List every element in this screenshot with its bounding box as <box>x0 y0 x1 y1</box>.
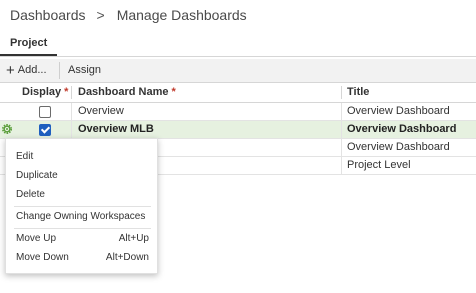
breadcrumb-root[interactable]: Dashboards <box>10 7 86 23</box>
plus-icon: + <box>6 61 15 79</box>
cell-divider <box>71 103 72 120</box>
column-header-title[interactable]: Title <box>347 83 369 102</box>
menu-item-edit[interactable]: Edit <box>16 148 149 165</box>
context-menu: Edit Duplicate Delete Change Owning Work… <box>5 138 158 274</box>
toolbar-divider <box>59 62 60 79</box>
cell-divider <box>71 121 72 138</box>
title-cell[interactable]: Project Level <box>347 157 411 174</box>
cell-divider <box>341 139 342 156</box>
cell-divider <box>341 103 342 120</box>
menu-item-label: Edit <box>16 151 34 162</box>
column-divider[interactable] <box>341 86 342 99</box>
dashboard-name-cell[interactable]: Overview <box>78 103 124 120</box>
add-button[interactable]: + Add... <box>6 59 47 82</box>
menu-item-label: Move Down <box>16 252 69 263</box>
cell-divider <box>341 121 342 138</box>
column-divider[interactable] <box>71 86 72 99</box>
required-marker: * <box>64 86 69 98</box>
column-header-dashboard-name[interactable]: Dashboard Name * <box>78 83 176 102</box>
chevron-right-icon: > <box>96 7 105 23</box>
breadcrumb-current: Manage Dashboards <box>116 7 247 23</box>
column-header-display[interactable]: Display * <box>22 83 68 102</box>
menu-separator <box>14 206 151 207</box>
menu-item-duplicate[interactable]: Duplicate <box>16 167 149 184</box>
title-cell[interactable]: Overview Dashboard <box>347 103 450 120</box>
gear-icon[interactable] <box>1 123 13 135</box>
menu-separator <box>14 228 151 229</box>
menu-item-shortcut: Alt+Up <box>118 233 149 244</box>
menu-item-label: Move Up <box>16 233 57 244</box>
display-checkbox[interactable] <box>39 124 51 136</box>
column-header-display-label: Display <box>22 86 62 98</box>
breadcrumb: Dashboards > Manage Dashboards <box>10 7 247 23</box>
display-checkbox[interactable] <box>39 106 51 118</box>
menu-item-label: Duplicate <box>16 170 58 181</box>
toolbar: + Add... Assign <box>0 59 476 83</box>
menu-item-move-down[interactable]: Move Down Alt+Down <box>16 249 149 266</box>
menu-item-change-owning-workspaces[interactable]: Change Owning Workspaces <box>16 208 149 225</box>
menu-item-delete[interactable]: Delete <box>16 186 149 203</box>
table-row-selected[interactable]: Overview MLB Overview Dashboard <box>0 121 476 139</box>
title-cell[interactable]: Overview Dashboard <box>347 139 450 156</box>
menu-item-shortcut: Alt+Down <box>105 252 149 263</box>
grid-header: Display * Dashboard Name * Title <box>0 83 476 103</box>
tab-project[interactable]: Project <box>0 32 58 56</box>
column-header-name-label: Dashboard Name <box>78 86 169 98</box>
table-row[interactable]: Overview Overview Dashboard <box>0 103 476 121</box>
required-marker: * <box>171 86 176 98</box>
add-button-label: Add... <box>17 64 47 76</box>
assign-button[interactable]: Assign <box>68 59 101 82</box>
menu-item-label: Delete <box>16 189 45 200</box>
title-cell[interactable]: Overview Dashboard <box>347 121 456 138</box>
tab-bar: Project <box>0 32 476 57</box>
menu-item-move-up[interactable]: Move Up Alt+Up <box>16 230 149 247</box>
menu-item-label: Change Owning Workspaces <box>16 211 146 222</box>
dashboard-name-cell[interactable]: Overview MLB <box>78 121 154 138</box>
cell-divider <box>341 157 342 174</box>
